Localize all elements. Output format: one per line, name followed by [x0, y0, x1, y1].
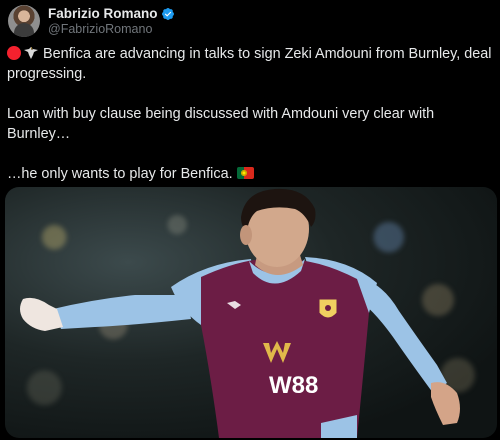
tweet-text: Benfica are advancing in talks to sign Z…: [7, 44, 495, 184]
tweet-line-1-text: Benfica are advancing in talks to sign Z…: [7, 46, 492, 82]
sponsor-text: W88: [269, 372, 318, 399]
tweet-media-photo[interactable]: W88: [5, 187, 497, 438]
red-circle-icon: [7, 46, 21, 60]
tweet-line-3-text: …he only wants to play for Benfica.: [7, 166, 233, 182]
tweet-line-1: Benfica are advancing in talks to sign Z…: [7, 44, 495, 84]
author-display-name[interactable]: Fabrizio Romano: [48, 6, 158, 22]
avatar[interactable]: [8, 5, 40, 37]
tweet-line-3: …he only wants to play for Benfica.: [7, 164, 495, 184]
eagle-icon: [24, 47, 38, 59]
author-handle[interactable]: @FabrizioRomano: [48, 22, 175, 37]
football-player-image: W88: [20, 188, 460, 438]
portugal-flag-icon: [236, 167, 254, 179]
tweet-header: Fabrizio Romano @FabrizioRomano: [8, 4, 175, 38]
tweet-line-2: Loan with buy clause being discussed wit…: [7, 106, 435, 142]
tweet-card[interactable]: Fabrizio Romano @FabrizioRomano Benfica …: [0, 0, 500, 440]
verified-badge-icon: [161, 7, 174, 20]
author-names: Fabrizio Romano @FabrizioRomano: [48, 6, 175, 37]
name-row: Fabrizio Romano: [48, 6, 175, 22]
